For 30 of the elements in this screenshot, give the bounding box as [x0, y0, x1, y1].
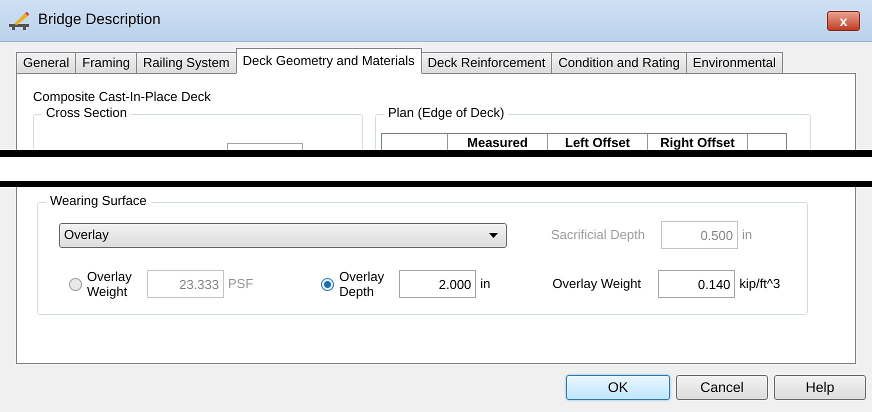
- dialog-button[interactable]: OK: [566, 375, 670, 400]
- tab[interactable]: Framing: [75, 52, 137, 74]
- group-title: Cross Section: [42, 106, 131, 119]
- radio-label: Overlay Weight: [87, 269, 133, 299]
- radio-label: Overlay Depth: [339, 269, 386, 299]
- tab[interactable]: Environmental: [686, 52, 783, 74]
- tab[interactable]: General: [16, 52, 76, 74]
- tab[interactable]: Condition and Rating: [551, 52, 687, 74]
- number-field[interactable]: 0.140: [658, 270, 736, 298]
- tab[interactable]: Deck Geometry and Materials: [236, 48, 422, 74]
- dialog-button[interactable]: Cancel: [676, 375, 768, 400]
- unit-label: in: [742, 226, 752, 244]
- caret-icon: [489, 232, 498, 238]
- tab[interactable]: Deck Reinforcement: [420, 52, 552, 74]
- group-title: Plan (Edge of Deck): [384, 106, 508, 119]
- unit-label: kip/ft^3: [739, 275, 780, 294]
- dialog-button[interactable]: Help: [774, 375, 866, 400]
- pencil-icon: [8, 10, 30, 30]
- window-title: Bridge Description: [38, 10, 161, 30]
- radio-button[interactable]: [321, 278, 334, 290]
- group-title: Wearing Surface: [46, 194, 151, 207]
- unit-label: in: [480, 275, 490, 294]
- surface-type-dropdown[interactable]: Overlay: [59, 222, 507, 248]
- close-button[interactable]: x: [827, 10, 860, 30]
- overlay-weight-label: Overlay Weight: [552, 275, 642, 294]
- number-field[interactable]: 2.000: [399, 270, 476, 298]
- sacrificial-depth-label: Sacrificial Depth: [551, 226, 646, 244]
- deck-type-label: Composite Cast-In-Place Deck: [33, 90, 212, 103]
- unit-label: PSF: [228, 275, 254, 294]
- tab[interactable]: Railing System: [136, 52, 237, 74]
